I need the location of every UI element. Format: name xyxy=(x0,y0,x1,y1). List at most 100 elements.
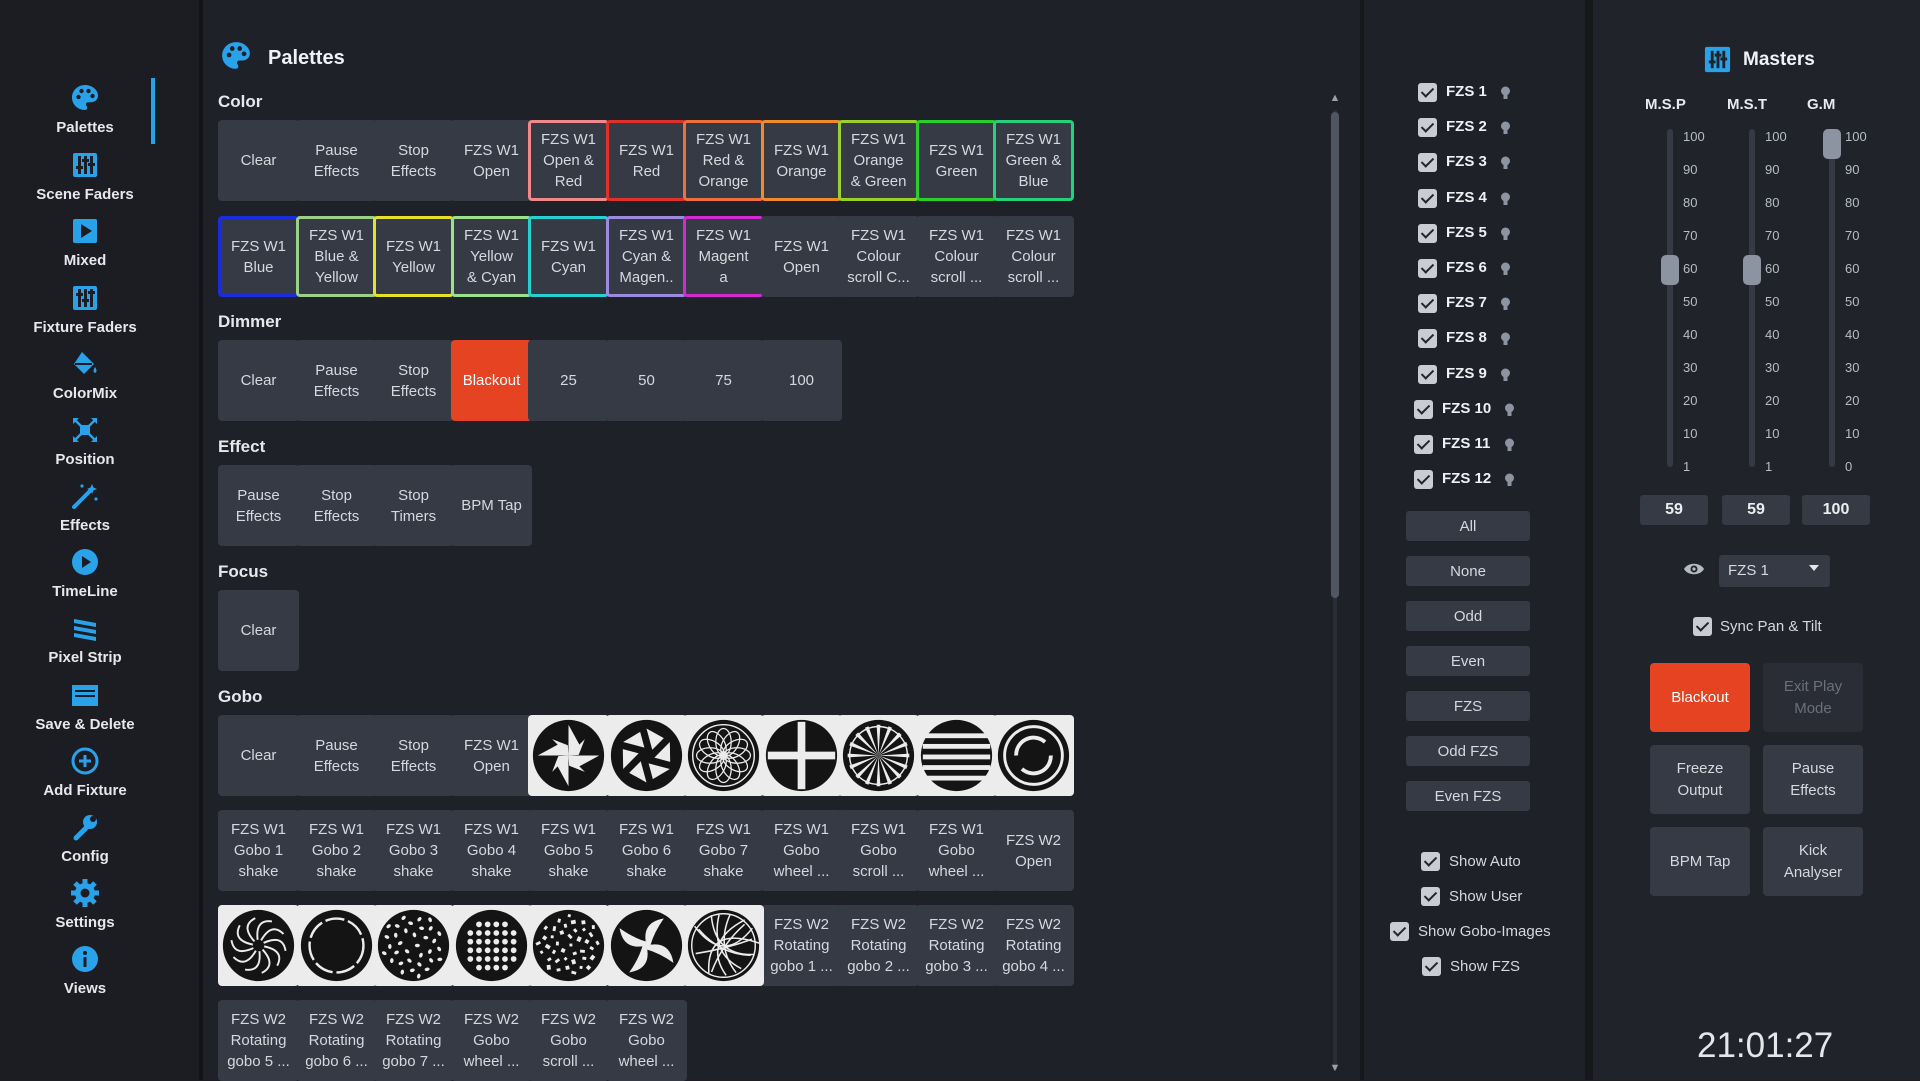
color-palette-tile[interactable]: Pause Effects xyxy=(296,120,377,201)
gobo-palette-tile[interactable]: FZS W2 Rotating gobo 2 ... xyxy=(838,905,919,986)
gobo-image-tile[interactable] xyxy=(606,905,687,986)
gobo-palette-tile[interactable]: Pause Effects xyxy=(296,715,377,796)
lightbulb-icon[interactable] xyxy=(1500,121,1511,135)
fader-value[interactable]: 59 xyxy=(1640,495,1708,525)
fixture-checkbox[interactable] xyxy=(1418,83,1437,102)
color-palette-tile[interactable]: FZS W1 Orange & Green xyxy=(838,120,919,201)
gobo-image-tile[interactable] xyxy=(683,715,764,796)
blackout-button[interactable]: Blackout xyxy=(1650,663,1750,732)
gobo-palette-tile[interactable]: FZS W2 Gobo wheel ... xyxy=(451,1000,532,1081)
gobo-palette-tile[interactable]: FZS W1 Gobo 6 shake xyxy=(606,810,687,891)
lightbulb-icon[interactable] xyxy=(1504,438,1515,452)
lightbulb-icon[interactable] xyxy=(1500,368,1511,382)
gobo-image-tile[interactable] xyxy=(296,905,377,986)
gobo-image-tile[interactable] xyxy=(373,905,454,986)
dimmer-palette-tile[interactable]: Pause Effects xyxy=(296,340,377,421)
fixture-select-dropdown[interactable]: FZS 1 xyxy=(1719,555,1830,587)
gobo-image-tile[interactable] xyxy=(761,715,842,796)
gobo-palette-tile[interactable]: Stop Effects xyxy=(373,715,454,796)
nav-item-scene-faders[interactable]: Scene Faders xyxy=(0,150,170,214)
nav-item-config[interactable]: Config xyxy=(0,812,170,876)
select-none-button[interactable]: None xyxy=(1406,556,1530,586)
select-odd-button[interactable]: Odd xyxy=(1406,601,1530,631)
gobo-palette-tile[interactable]: FZS W1 Gobo 1 shake xyxy=(218,810,299,891)
color-palette-tile[interactable]: Stop Effects xyxy=(373,120,454,201)
nav-item-mixed[interactable]: Mixed xyxy=(0,216,170,280)
nav-item-pixel-strip[interactable]: Pixel Strip xyxy=(0,613,170,677)
gobo-palette-tile[interactable]: FZS W1 Gobo wheel ... xyxy=(761,810,842,891)
lightbulb-icon[interactable] xyxy=(1500,262,1511,276)
color-palette-tile[interactable]: Clear xyxy=(218,120,299,201)
lightbulb-icon[interactable] xyxy=(1500,86,1511,100)
color-palette-tile[interactable]: FZS W1 Open xyxy=(761,216,842,297)
fader-track[interactable] xyxy=(1829,129,1835,467)
color-palette-tile[interactable]: FZS W1 Colour scroll ... xyxy=(993,216,1074,297)
pause-effects-button[interactable]: Pause Effects xyxy=(1763,745,1863,814)
fader-handle[interactable] xyxy=(1743,255,1761,286)
option-checkbox[interactable] xyxy=(1421,887,1440,906)
gobo-image-tile[interactable] xyxy=(606,715,687,796)
nav-item-palettes[interactable]: Palettes xyxy=(0,83,170,147)
gobo-palette-tile[interactable]: FZS W2 Rotating gobo 6 ... xyxy=(296,1000,377,1081)
fixture-checkbox[interactable] xyxy=(1414,399,1433,419)
lightbulb-icon[interactable] xyxy=(1500,297,1511,311)
bpm-tap-button[interactable]: BPM Tap xyxy=(1650,827,1750,896)
effect-palette-tile[interactable]: Pause Effects xyxy=(218,465,299,546)
color-palette-tile[interactable]: FZS W1 Red & Orange xyxy=(683,120,764,201)
gobo-palette-tile[interactable]: Clear xyxy=(218,715,299,796)
color-palette-tile[interactable]: FZS W1 Open xyxy=(451,120,532,201)
gobo-palette-tile[interactable]: FZS W1 Open xyxy=(451,715,532,796)
dimmer-palette-tile[interactable]: 50 xyxy=(606,340,687,421)
color-palette-tile[interactable]: FZS W1 Orange xyxy=(761,120,842,201)
lightbulb-icon[interactable] xyxy=(1500,156,1511,170)
gobo-palette-tile[interactable]: FZS W1 Gobo 3 shake xyxy=(373,810,454,891)
gobo-palette-tile[interactable]: FZS W2 Rotating gobo 3 ... xyxy=(916,905,997,986)
sync-pan-tilt-checkbox[interactable] xyxy=(1693,617,1712,636)
nav-item-timeline[interactable]: TimeLine xyxy=(0,547,170,611)
nav-item-position[interactable]: Position xyxy=(0,415,170,479)
nav-item-effects[interactable]: Effects xyxy=(0,481,170,545)
fixture-checkbox[interactable] xyxy=(1418,153,1437,173)
gobo-image-tile[interactable] xyxy=(528,905,609,986)
color-palette-tile[interactable]: FZS W1 Open & Red xyxy=(528,120,609,201)
fader-handle[interactable] xyxy=(1823,129,1841,159)
gobo-palette-tile[interactable]: FZS W2 Gobo scroll ... xyxy=(528,1000,609,1081)
gobo-image-tile[interactable] xyxy=(993,715,1074,796)
color-palette-tile[interactable]: FZS W1 Cyan & Magen.. xyxy=(606,216,687,297)
gobo-palette-tile[interactable]: FZS W2 Gobo wheel ... xyxy=(606,1000,687,1081)
fixture-checkbox[interactable] xyxy=(1418,364,1437,384)
lightbulb-icon[interactable] xyxy=(1504,473,1515,487)
fixture-checkbox[interactable] xyxy=(1418,223,1437,243)
palettes-scrollbar[interactable]: ▲ ▼ xyxy=(1328,92,1342,1080)
fixture-checkbox[interactable] xyxy=(1418,118,1437,138)
fixture-checkbox[interactable] xyxy=(1418,188,1437,208)
scroll-up-icon[interactable]: ▲ xyxy=(1328,92,1342,104)
fader-track[interactable] xyxy=(1667,129,1673,467)
fixture-checkbox[interactable] xyxy=(1418,259,1437,278)
color-palette-tile[interactable]: FZS W1 Cyan xyxy=(528,216,609,297)
gobo-image-tile[interactable] xyxy=(218,905,299,986)
effect-palette-tile[interactable]: Stop Effects xyxy=(296,465,377,546)
gobo-image-tile[interactable] xyxy=(838,715,919,796)
select-all-button[interactable]: All xyxy=(1406,511,1530,541)
freeze-output-button[interactable]: Freeze Output xyxy=(1650,745,1750,814)
select-odd-fzs-button[interactable]: Odd FZS xyxy=(1406,736,1530,766)
fader-track[interactable] xyxy=(1749,129,1755,467)
gobo-palette-tile[interactable]: FZS W2 Open xyxy=(993,810,1074,891)
gobo-palette-tile[interactable]: FZS W2 Rotating gobo 5 ... xyxy=(218,1000,299,1081)
color-palette-tile[interactable]: FZS W1 Yellow xyxy=(373,216,454,297)
nav-item-settings[interactable]: Settings xyxy=(0,878,170,942)
lightbulb-icon[interactable] xyxy=(1500,332,1511,346)
fader-value[interactable]: 59 xyxy=(1722,495,1790,525)
select-even-fzs-button[interactable]: Even FZS xyxy=(1406,781,1530,811)
lightbulb-icon[interactable] xyxy=(1500,227,1511,241)
gobo-palette-tile[interactable]: FZS W1 Gobo 2 shake xyxy=(296,810,377,891)
scroll-thumb[interactable] xyxy=(1331,112,1339,598)
color-palette-tile[interactable]: FZS W1 Green xyxy=(916,120,997,201)
nav-item-add-fixture[interactable]: Add Fixture xyxy=(0,746,170,810)
color-palette-tile[interactable]: FZS W1 Yellow & Cyan xyxy=(451,216,532,297)
scroll-down-icon[interactable]: ▼ xyxy=(1328,1062,1342,1074)
gobo-palette-tile[interactable]: FZS W1 Gobo 5 shake xyxy=(528,810,609,891)
eye-icon[interactable] xyxy=(1683,561,1705,577)
nav-item-views[interactable]: Views xyxy=(0,944,170,1008)
